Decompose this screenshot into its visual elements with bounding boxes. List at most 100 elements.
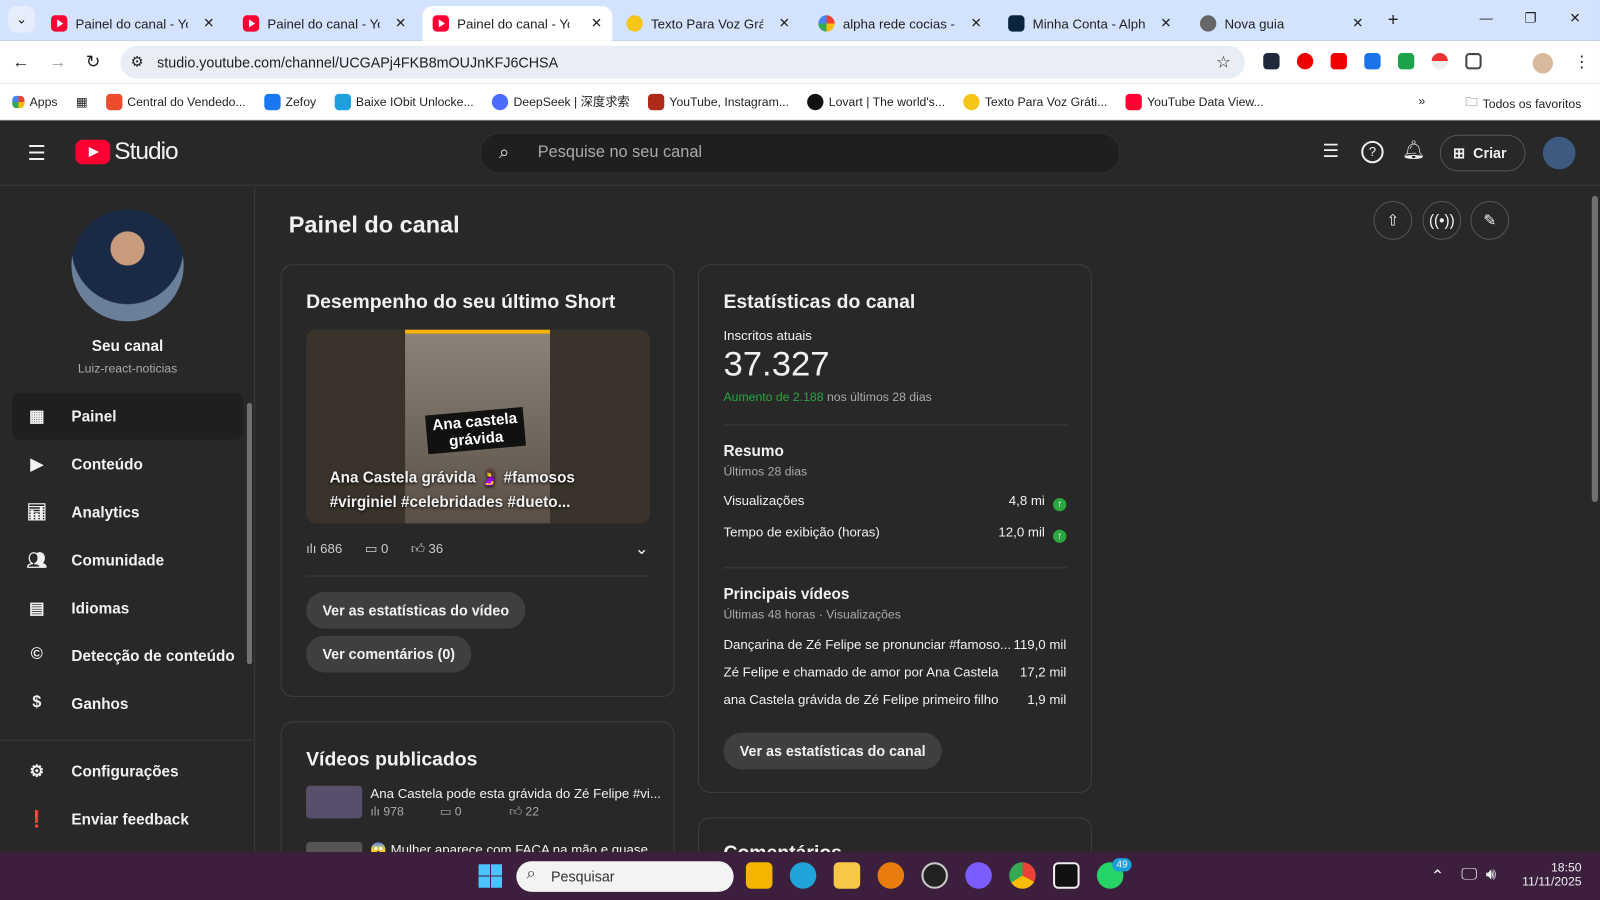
- menu-kebab-icon[interactable]: ⋮: [1573, 52, 1589, 72]
- hamburger-menu-icon[interactable]: ☰: [28, 141, 46, 167]
- sidebar-scrollbar[interactable]: [246, 403, 253, 665]
- file-explorer-icon[interactable]: [833, 862, 861, 889]
- upload-icon[interactable]: ⇧: [1373, 201, 1413, 240]
- comments-icon: ▭: [439, 804, 452, 819]
- help-icon[interactable]: ?: [1361, 140, 1384, 164]
- url-text[interactable]: studio.youtube.com/channel/UCGAPj4FKB8mO…: [157, 54, 558, 70]
- account-avatar[interactable]: [1542, 136, 1576, 170]
- top-video-row[interactable]: Dançarina de Zé Felipe se pronunciar #fa…: [723, 637, 1066, 652]
- search-input[interactable]: ⌕ Pesquise no seu canal: [479, 132, 1121, 174]
- close-tab-icon[interactable]: ✕: [395, 15, 406, 31]
- chrome-icon[interactable]: [1009, 862, 1036, 889]
- short-thumbnail[interactable]: Ana castela grávida Ana Castela grávida …: [306, 329, 650, 524]
- tab-search-button[interactable]: ⌄: [8, 6, 35, 33]
- bookmark[interactable]: Baixe IObit Unlocke...: [334, 93, 474, 110]
- video-list-item[interactable]: Ana Castela pode esta grávida do Zé Feli…: [306, 785, 661, 821]
- minimize-button[interactable]: —: [1480, 10, 1493, 25]
- expand-chevron-icon[interactable]: ⌄: [635, 539, 649, 559]
- close-window-button[interactable]: ✕: [1569, 10, 1580, 26]
- extension-icon[interactable]: [1397, 53, 1415, 70]
- nav-feedback[interactable]: ❗ Enviar feedback: [12, 796, 243, 843]
- blender-icon[interactable]: [877, 862, 905, 889]
- notifications-bell-icon[interactable]: 🔔︎: [1402, 140, 1425, 161]
- nav-analytics[interactable]: 📊︎ Analytics: [12, 489, 243, 536]
- windows-start-icon[interactable]: [478, 864, 503, 888]
- nav-comunidade[interactable]: 👥︎ Comunidade: [12, 537, 243, 584]
- site-info-icon[interactable]: ⚙: [131, 53, 144, 70]
- back-icon[interactable]: ←: [12, 52, 29, 72]
- create-button[interactable]: ⊞ Criar: [1439, 134, 1526, 172]
- extension-icon[interactable]: [1431, 53, 1448, 70]
- studio-logo[interactable]: Studio: [75, 138, 179, 167]
- volume-icon[interactable]: 🔊︎: [1486, 866, 1496, 884]
- short-metrics: ılı 686 ▭ 0 👍︎ 36: [306, 540, 444, 557]
- browser-tab[interactable]: Painel do canal - YouTu✕: [233, 6, 417, 41]
- browser-tab[interactable]: Painel do canal - YouTu✕: [41, 6, 225, 41]
- chat-app-icon[interactable]: [965, 862, 992, 889]
- nav-painel[interactable]: ▦ Painel: [12, 392, 243, 440]
- feedback-icon[interactable]: ☰: [1322, 141, 1338, 162]
- more-bookmarks-icon[interactable]: »: [1418, 94, 1425, 108]
- network-icon[interactable]: 🖵︎: [1461, 866, 1477, 884]
- subscribers-label: Inscritos atuais: [723, 327, 812, 343]
- close-tab-icon[interactable]: ✕: [779, 15, 790, 31]
- view-comments-button[interactable]: Ver comentários (0): [306, 635, 472, 673]
- all-bookmarks[interactable]: 🗀 Todos os favoritos: [1465, 93, 1581, 114]
- top-video-row[interactable]: ana Castela grávida de Zé Felipe primeir…: [723, 692, 1066, 707]
- browser-tab[interactable]: alpha rede cocias - Goo✕: [808, 6, 992, 41]
- tray-chevron-icon[interactable]: ⌃: [1431, 866, 1445, 886]
- browser-tab[interactable]: Texto Para Voz Grátis O✕: [616, 6, 800, 41]
- bookmark[interactable]: YouTube, Instagram...: [647, 93, 789, 110]
- main-scrollbar[interactable]: [1591, 195, 1598, 503]
- top-video-row[interactable]: Zé Felipe e chamado de amor por Ana Cast…: [723, 664, 1066, 679]
- bookmark[interactable]: Texto Para Voz Gráti...: [963, 93, 1107, 110]
- bookmark[interactable]: Apps: [12, 94, 58, 109]
- clock[interactable]: 18:50 11/11/2025: [1516, 860, 1581, 889]
- create-post-icon[interactable]: ✎: [1470, 201, 1510, 240]
- obs-icon[interactable]: [921, 862, 948, 889]
- bookmark[interactable]: YouTube Data View...: [1125, 93, 1264, 110]
- reload-icon[interactable]: ↻: [86, 52, 101, 72]
- tab-groups-icon[interactable]: ▦: [76, 94, 88, 108]
- browser-tab[interactable]: Minha Conta - Alpha ✕: [998, 6, 1182, 41]
- puzzle-icon[interactable]: [1465, 53, 1482, 70]
- edge-icon[interactable]: [789, 862, 817, 889]
- nav-conteudo[interactable]: ▶ Conteúdo: [12, 441, 243, 488]
- bookmark[interactable]: DeepSeek | 深度求索: [492, 93, 630, 110]
- go-live-icon[interactable]: ((•)): [1422, 201, 1462, 240]
- extension-icon[interactable]: [1330, 53, 1347, 70]
- channel-avatar[interactable]: [71, 209, 184, 322]
- studio-header: ☰ Studio ⌕ Pesquise no seu canal ☰ ? 🔔︎ ⊞…: [0, 120, 1600, 186]
- nav-idiomas[interactable]: ▤ Idiomas: [12, 585, 243, 632]
- extension-icon[interactable]: [1296, 53, 1314, 70]
- forward-icon[interactable]: →: [49, 52, 66, 72]
- capcut-icon[interactable]: [1053, 862, 1080, 889]
- subtitles-icon: ▤: [29, 599, 45, 618]
- bookmark[interactable]: Zefoy: [264, 93, 316, 110]
- restore-button[interactable]: ❐: [1524, 10, 1536, 26]
- close-tab-icon[interactable]: ✕: [970, 15, 981, 31]
- bookmark[interactable]: Central do Vendedo...: [105, 93, 246, 110]
- google-icon: [818, 15, 835, 32]
- view-video-stats-button[interactable]: Ver as estatísticas do vídeo: [306, 591, 526, 629]
- new-tab-button[interactable]: +: [1388, 9, 1399, 30]
- browser-tab-active[interactable]: Painel do canal - YouTu✕: [422, 6, 613, 41]
- bookmark[interactable]: Lovart | The world's...: [807, 93, 945, 110]
- app-icon[interactable]: [745, 862, 773, 889]
- bookmark-star-icon[interactable]: ☆: [1216, 52, 1231, 72]
- close-tab-icon[interactable]: ✕: [203, 15, 214, 31]
- nav-configuracoes[interactable]: ⚙ Configurações: [12, 748, 243, 795]
- taskbar-search[interactable]: ⌕ Pesquisar: [516, 861, 734, 892]
- top-videos-period: Últimas 48 horas · Visualizações: [723, 607, 901, 622]
- address-bar[interactable]: ⚙ studio.youtube.com/channel/UCGAPj4FKB8m…: [120, 45, 1245, 79]
- browser-tab[interactable]: Nova guia ✕: [1190, 6, 1374, 41]
- view-channel-stats-button[interactable]: Ver as estatísticas do canal: [723, 732, 942, 770]
- nav-deteccao[interactable]: © Detecção de conteúdo: [12, 633, 243, 680]
- extension-icon[interactable]: [1263, 53, 1280, 70]
- close-tab-icon[interactable]: ✕: [591, 15, 602, 31]
- profile-avatar[interactable]: [1532, 53, 1554, 74]
- close-tab-icon[interactable]: ✕: [1160, 15, 1171, 31]
- close-tab-icon[interactable]: ✕: [1352, 15, 1363, 31]
- nav-ganhos[interactable]: $ Ganhos: [12, 681, 243, 728]
- extension-icon[interactable]: [1364, 53, 1381, 70]
